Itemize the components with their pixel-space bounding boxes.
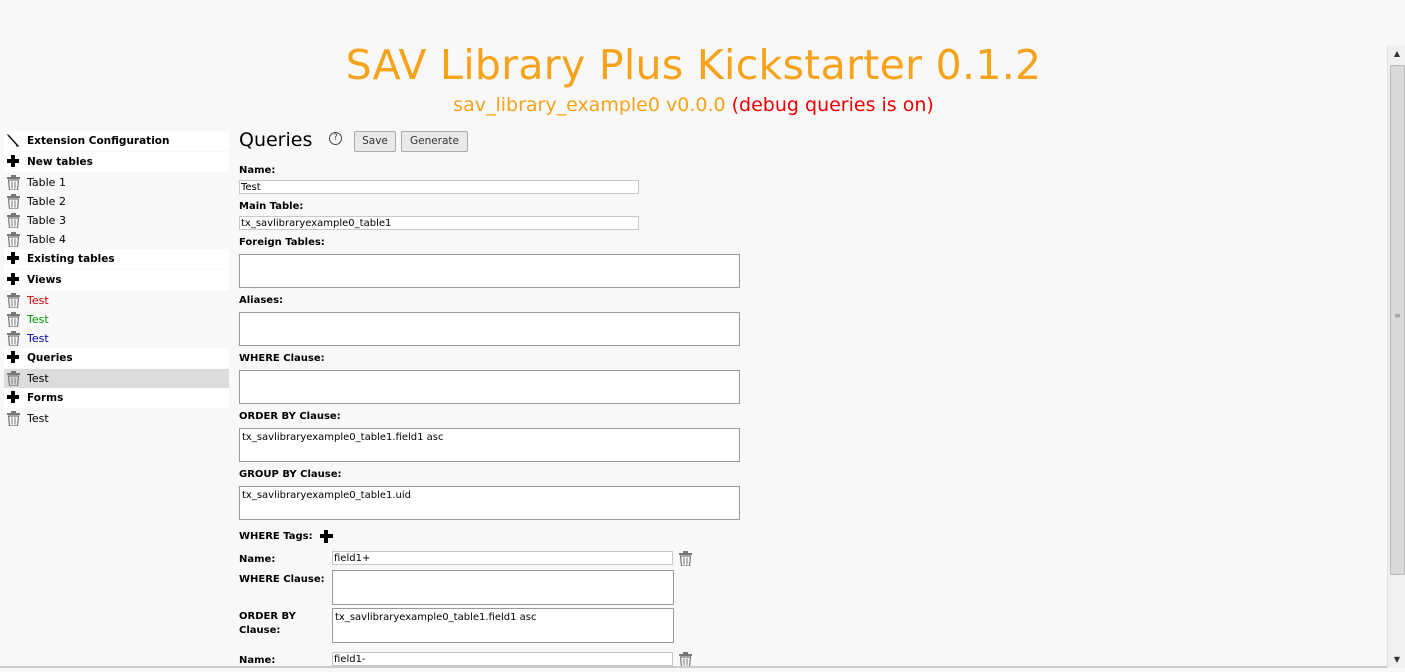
foreign-tables-textarea[interactable] <box>239 254 740 288</box>
tag-where-label: WHERE Clause: <box>239 574 325 585</box>
trash-icon[interactable] <box>678 551 693 567</box>
tag-name-field[interactable]: field1- <box>332 652 673 666</box>
where-tag-1: Name: field1+ WHERE Clause: ORDER BY Cla… <box>239 551 759 647</box>
trash-icon[interactable] <box>6 175 21 190</box>
sidebar-item-label: Test <box>27 412 49 425</box>
trash-icon[interactable] <box>678 652 693 668</box>
sidebar-item-table-3[interactable]: Table 3 <box>4 211 229 230</box>
sidebar-label: Forms <box>27 392 64 404</box>
sidebar-item-label: Table 2 <box>27 195 66 208</box>
tag-name-label: Name: <box>239 554 276 565</box>
help-icon[interactable]: ? <box>329 132 342 145</box>
order-by-textarea[interactable]: tx_savlibraryexample0_table1.field1 asc <box>239 428 740 462</box>
sidebar-label: Views <box>27 274 62 286</box>
grip-icon: ≡ <box>1394 311 1401 320</box>
sidebar-label: Extension Configuration <box>27 135 170 147</box>
sidebar-item-label: Test <box>27 313 49 326</box>
where-clause-textarea[interactable] <box>239 370 740 404</box>
foreign-tables-label: Foreign Tables: <box>239 237 325 248</box>
sidebar-extension-configuration[interactable]: Extension Configuration <box>4 131 229 151</box>
where-tags-header: WHERE Tags: <box>239 529 759 543</box>
plus-icon[interactable] <box>6 350 21 365</box>
sidebar-item-label: Table 3 <box>27 214 66 227</box>
aliases-label: Aliases: <box>239 295 284 306</box>
scroll-up-arrow-icon[interactable]: ▲ <box>1388 45 1405 62</box>
plus-icon[interactable] <box>6 154 21 169</box>
tag-order-label: ORDER BY Clause: <box>239 611 296 636</box>
where-clause-label: WHERE Clause: <box>239 353 325 364</box>
sidebar-item-view[interactable]: Test <box>4 329 229 348</box>
sidebar-item-form[interactable]: Test <box>4 409 229 428</box>
order-by-label: ORDER BY Clause: <box>239 411 341 422</box>
app-title: SAV Library Plus Kickstarter 0.1.2 <box>345 41 1042 89</box>
trash-icon[interactable] <box>6 331 21 346</box>
extension-version: sav_library_example0 v0.0.0 <box>453 94 726 116</box>
sidebar-views[interactable]: Views <box>4 270 229 290</box>
trash-icon[interactable] <box>6 411 21 426</box>
add-where-tag-icon[interactable] <box>320 530 333 543</box>
sidebar-forms[interactable]: Forms <box>4 388 229 408</box>
sidebar-item-table-4[interactable]: Table 4 <box>4 230 229 249</box>
trash-icon[interactable] <box>6 371 21 386</box>
where-tags-label: WHERE Tags: <box>239 531 313 542</box>
trash-icon[interactable] <box>6 312 21 327</box>
tag-order-textarea[interactable]: tx_savlibraryexample0_table1.field1 asc <box>332 608 674 643</box>
page-title: Queries <box>239 129 313 151</box>
sidebar-queries[interactable]: Queries <box>4 348 229 368</box>
sidebar-item-label: Test <box>27 294 49 307</box>
page-header: SAV Library Plus Kickstarter 0.1.2 sav_l… <box>0 38 1387 118</box>
sidebar-label: Queries <box>27 352 73 364</box>
sidebar: Extension Configuration New tables Table… <box>4 131 229 428</box>
debug-notice: (debug queries is on) <box>731 94 934 116</box>
sidebar-item-table-1[interactable]: Table 1 <box>4 173 229 192</box>
generate-button[interactable]: Generate <box>401 131 468 152</box>
sidebar-item-label: Test <box>27 332 49 345</box>
name-field[interactable]: Test <box>239 180 639 194</box>
query-editor: Queries ? Save Generate Name: Test Main … <box>239 128 759 672</box>
sidebar-label: New tables <box>27 156 93 168</box>
sidebar-item-label: Test <box>27 372 49 385</box>
scroll-down-arrow-icon[interactable]: ▼ <box>1388 651 1405 668</box>
app-subtitle: sav_library_example0 v0.0.0 (debug queri… <box>0 92 1387 118</box>
plus-icon[interactable] <box>6 251 21 266</box>
sidebar-label: Existing tables <box>27 253 115 265</box>
trash-icon[interactable] <box>6 232 21 247</box>
scrollbar-thumb[interactable]: ≡ <box>1390 65 1405 575</box>
trash-icon[interactable] <box>6 293 21 308</box>
save-button[interactable]: Save <box>354 131 396 152</box>
plus-icon[interactable] <box>6 272 21 287</box>
tag-name-field[interactable]: field1+ <box>332 551 673 565</box>
vertical-scrollbar[interactable]: ▲ ≡ ▼ <box>1387 45 1405 668</box>
where-tag-2: Name: field1- <box>239 652 759 672</box>
sidebar-item-label: Table 4 <box>27 233 66 246</box>
trash-icon[interactable] <box>6 213 21 228</box>
sidebar-item-label: Table 1 <box>27 176 66 189</box>
sidebar-item-table-2[interactable]: Table 2 <box>4 192 229 211</box>
plus-icon[interactable] <box>6 390 21 405</box>
trash-icon[interactable] <box>6 194 21 209</box>
main-table-label: Main Table: <box>239 201 304 212</box>
sidebar-item-view[interactable]: Test <box>4 310 229 329</box>
editor-header: Queries ? Save Generate <box>239 128 759 158</box>
sidebar-existing-tables[interactable]: Existing tables <box>4 249 229 269</box>
tag-where-textarea[interactable] <box>332 570 674 605</box>
group-by-label: GROUP BY Clause: <box>239 469 342 480</box>
sidebar-new-tables[interactable]: New tables <box>4 152 229 172</box>
main-table-field[interactable]: tx_savlibraryexample0_table1 <box>239 216 639 230</box>
group-by-textarea[interactable]: tx_savlibraryexample0_table1.uid <box>239 486 740 520</box>
name-label: Name: <box>239 165 276 176</box>
sidebar-item-query[interactable]: Test <box>4 369 229 388</box>
aliases-textarea[interactable] <box>239 312 740 346</box>
sidebar-item-view[interactable]: Test <box>4 291 229 310</box>
pencil-icon <box>6 133 21 148</box>
